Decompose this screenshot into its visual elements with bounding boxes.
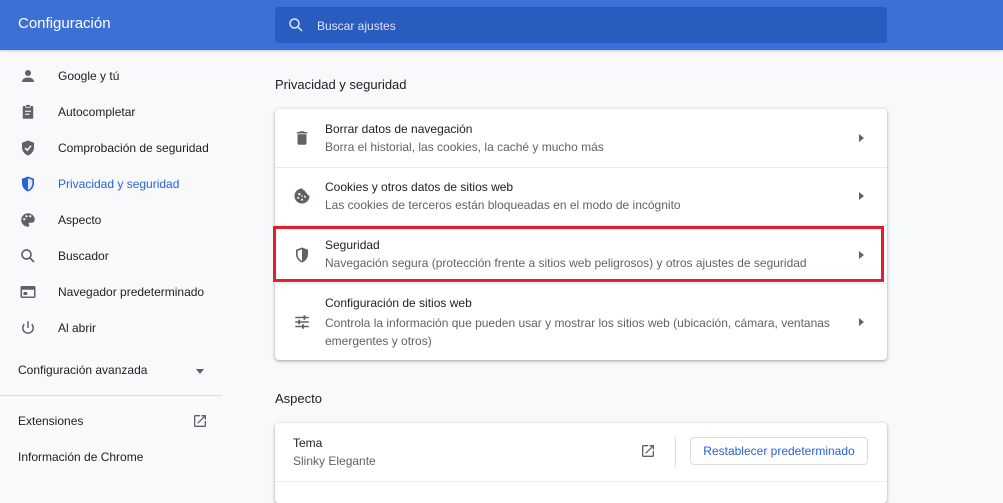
- chevron-right-icon: [859, 318, 864, 326]
- theme-title: Tema: [293, 436, 323, 450]
- top-bar: Configuración: [0, 0, 1003, 50]
- search-input[interactable]: [315, 7, 879, 45]
- extensions-label: Extensiones: [18, 414, 84, 428]
- sidebar-item-label: Privacidad y seguridad: [58, 177, 180, 191]
- sidebar-item-al-abrir[interactable]: Al abrir: [0, 310, 222, 346]
- privacy-section-title: Privacidad y seguridad: [275, 77, 407, 92]
- row-security[interactable]: Seguridad Navegación segura (protección …: [275, 225, 887, 283]
- palette-icon: [21, 213, 35, 227]
- chevron-right-icon: [859, 134, 864, 142]
- sidebar-item-label: Al abrir: [58, 321, 97, 335]
- theme-value: Slinky Elegante: [293, 454, 376, 468]
- row-divider: [275, 225, 887, 226]
- row-next: [275, 481, 887, 503]
- row-cookies[interactable]: Cookies y otros datos de sitios web Las …: [275, 167, 887, 225]
- shield-icon: [296, 247, 308, 263]
- row-subtitle: Controla la información que pueden usar …: [325, 316, 830, 348]
- sidebar-item-navegador-predeterminado[interactable]: Navegador predeterminado: [0, 274, 222, 310]
- shield-icon: [22, 176, 34, 192]
- power-icon: [22, 321, 34, 334]
- sidebar-item-label: Aspecto: [58, 213, 102, 227]
- open-external-icon[interactable]: [640, 443, 656, 459]
- row-subtitle: Navegación segura (protección frente a s…: [325, 256, 807, 270]
- advanced-settings-toggle[interactable]: Configuración avanzada: [18, 363, 208, 381]
- chevron-right-icon: [859, 251, 864, 259]
- sidebar-item-comprobacion-seguridad[interactable]: Comprobación de seguridad: [0, 130, 222, 166]
- row-subtitle: Las cookies de terceros están bloqueadas…: [325, 198, 681, 212]
- row-title: Cookies y otros datos de sitios web: [325, 180, 514, 194]
- row-subtitle: Borra el historial, las cookies, la cach…: [325, 140, 604, 154]
- sliders-icon: [295, 315, 309, 329]
- sidebar-item-aspecto[interactable]: Aspecto: [0, 202, 222, 238]
- browser-icon: [20, 286, 36, 298]
- open-external-icon: [194, 415, 206, 427]
- row-title: Configuración de sitios web: [325, 296, 472, 310]
- person-icon: [22, 70, 34, 82]
- appearance-section-title: Aspecto: [275, 391, 322, 406]
- sidebar-item-label: Buscador: [58, 249, 109, 263]
- sidebar: Google y tú Autocompletar Comprobación d…: [0, 50, 222, 489]
- cookie-icon: [294, 188, 310, 204]
- advanced-settings-label: Configuración avanzada: [18, 363, 148, 377]
- sidebar-item-label: Google y tú: [58, 69, 120, 83]
- search-icon: [289, 18, 303, 32]
- row-title: Borrar datos de navegación: [325, 122, 473, 136]
- row-divider: [275, 167, 887, 168]
- search-box[interactable]: [275, 7, 887, 45]
- privacy-card: Borrar datos de navegación Borra el hist…: [275, 109, 887, 360]
- sidebar-item-label: Comprobación de seguridad: [58, 141, 209, 155]
- sidebar-item-label: Autocompletar: [58, 105, 136, 119]
- chevron-right-icon: [859, 192, 864, 200]
- clipboard-icon: [22, 104, 34, 119]
- extensions-link[interactable]: Extensiones: [18, 414, 208, 432]
- sidebar-item-label: Navegador predeterminado: [58, 285, 205, 299]
- search-icon: [21, 249, 35, 263]
- row-divider: [275, 283, 887, 284]
- reset-theme-button[interactable]: Restablecer predeterminado: [690, 437, 868, 465]
- trash-icon: [296, 131, 308, 145]
- sidebar-item-buscador[interactable]: Buscador: [0, 238, 222, 274]
- chevron-down-icon: [196, 369, 204, 374]
- shield-check-icon: [22, 140, 34, 156]
- sidebar-item-autocompletar[interactable]: Autocompletar: [0, 94, 222, 130]
- row-title: Seguridad: [325, 238, 380, 252]
- sidebar-item-privacidad[interactable]: Privacidad y seguridad: [0, 166, 222, 202]
- sidebar-divider: [0, 395, 222, 396]
- row-site-settings[interactable]: Configuración de sitios web Controla la …: [275, 283, 887, 360]
- vertical-divider: [675, 437, 676, 467]
- sidebar-item-google-y-tu[interactable]: Google y tú: [0, 58, 222, 94]
- row-clear-browsing-data[interactable]: Borrar datos de navegación Borra el hist…: [275, 109, 887, 167]
- app-title: Configuración: [18, 15, 111, 32]
- about-chrome-link[interactable]: Información de Chrome: [18, 450, 143, 464]
- row-theme[interactable]: Tema Slinky Elegante Restablecer predete…: [275, 423, 887, 481]
- row-divider: [275, 481, 887, 482]
- appearance-card: Tema Slinky Elegante Restablecer predete…: [275, 423, 887, 503]
